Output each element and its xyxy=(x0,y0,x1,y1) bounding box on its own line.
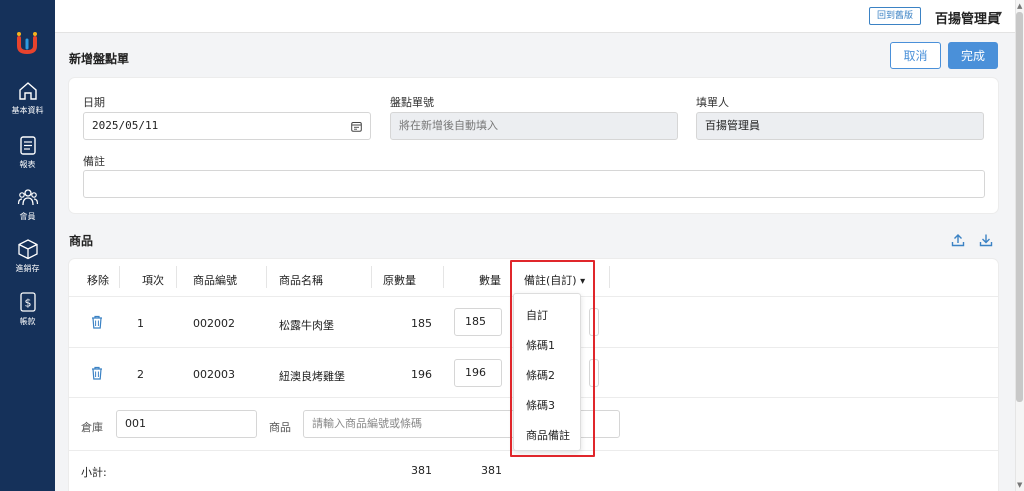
subtotal-original-qty: 381 xyxy=(411,464,432,477)
members-icon xyxy=(17,189,38,206)
sidebar-item-inventory[interactable]: 進銷存 xyxy=(0,238,55,274)
note-column-label: 備註(自訂) xyxy=(524,274,577,287)
subtotal-qty: 381 xyxy=(481,464,502,477)
column-header-index: 項次 xyxy=(142,274,164,287)
note-column-dropdown: 自訂 條碼1 條碼2 條碼3 商品備註 xyxy=(513,293,581,451)
document-icon xyxy=(19,136,36,155)
back-to-old-version-button[interactable]: 回到舊版 xyxy=(869,7,921,25)
warehouse-input[interactable]: 001 xyxy=(116,410,257,438)
download-icon[interactable] xyxy=(979,233,993,247)
upload-icon[interactable] xyxy=(951,233,965,247)
home-icon xyxy=(18,82,37,100)
row-qty-input[interactable]: 185 xyxy=(454,308,502,336)
product-label: 商品 xyxy=(269,421,291,434)
date-label: 日期 xyxy=(83,96,105,109)
column-header-original-qty: 原數量 xyxy=(383,274,416,287)
sidebar: 基本資料 報表 會員 進銷存 $ 帳款 xyxy=(0,0,55,491)
app-logo xyxy=(17,32,37,54)
done-button[interactable]: 完成 xyxy=(948,42,998,69)
dropdown-option-barcode-3[interactable]: 條碼3 xyxy=(526,397,555,413)
box-icon xyxy=(17,239,38,260)
note-field[interactable] xyxy=(83,170,985,198)
row-index: 1 xyxy=(137,317,144,330)
inventory-number-label: 盤點單號 xyxy=(390,96,434,109)
page-title: 新增盤點單 xyxy=(69,52,130,66)
warehouse-label: 倉庫 xyxy=(81,421,103,434)
dropdown-option-custom[interactable]: 自訂 xyxy=(526,307,548,323)
dollar-icon: $ xyxy=(19,292,36,312)
note-label: 備註 xyxy=(83,155,105,168)
dropdown-option-product-note[interactable]: 商品備註 xyxy=(526,427,570,443)
sidebar-item-reports[interactable]: 報表 xyxy=(0,134,55,170)
top-bar: 回到舊版 百揚管理員 ▾ xyxy=(55,0,1015,33)
sidebar-item-members[interactable]: 會員 xyxy=(0,186,55,222)
scroll-up-arrow-icon[interactable]: ▲ xyxy=(1017,2,1022,10)
sidebar-item-label: 報表 xyxy=(19,160,36,169)
cancel-button[interactable]: 取消 xyxy=(890,42,941,69)
filler-field: 百揚管理員 xyxy=(696,112,984,140)
sidebar-item-label: 帳款 xyxy=(19,317,36,326)
svg-text:$: $ xyxy=(24,297,31,310)
row-product-code: 002002 xyxy=(193,317,235,330)
calendar-icon[interactable] xyxy=(351,121,362,132)
column-header-code: 商品編號 xyxy=(193,274,237,287)
form-card: 日期 2025/05/11 盤點單號 將在新增後自動填入 填單人 百揚管理員 備… xyxy=(69,78,998,213)
row-product-code: 002003 xyxy=(193,368,235,381)
column-header-name: 商品名稱 xyxy=(279,274,323,287)
date-field[interactable]: 2025/05/11 xyxy=(83,112,371,140)
row-note-input[interactable] xyxy=(589,359,599,387)
sidebar-item-accounts[interactable]: $ 帳款 xyxy=(0,291,55,327)
row-product-name: 紐澳良烤雞堡 xyxy=(279,370,345,383)
dropdown-option-barcode-2[interactable]: 條碼2 xyxy=(526,367,555,383)
row-qty-input[interactable]: 196 xyxy=(454,359,502,387)
sidebar-item-label: 進銷存 xyxy=(15,264,40,273)
row-original-qty: 185 xyxy=(411,317,432,330)
column-header-remove: 移除 xyxy=(87,274,109,287)
products-section-title: 商品 xyxy=(69,234,94,248)
caret-down-icon[interactable]: ▾ xyxy=(997,9,1002,20)
scrollbar-thumb[interactable] xyxy=(1016,12,1023,402)
sidebar-item-label: 基本資料 xyxy=(11,106,44,115)
sidebar-item-basic-data[interactable]: 基本資料 xyxy=(0,80,55,116)
row-original-qty: 196 xyxy=(411,368,432,381)
trash-icon[interactable] xyxy=(91,366,103,380)
row-note-input[interactable] xyxy=(589,308,599,336)
caret-down-icon[interactable]: ▾ xyxy=(580,276,585,287)
row-index: 2 xyxy=(137,368,144,381)
column-header-qty: 數量 xyxy=(479,274,501,287)
column-header-note-custom[interactable]: 備註(自訂) ▾ xyxy=(524,272,585,288)
sidebar-item-label: 會員 xyxy=(19,212,36,221)
user-menu[interactable]: 百揚管理員 xyxy=(935,8,1000,27)
filler-label: 填單人 xyxy=(696,96,729,109)
inventory-number-field: 將在新增後自動填入 xyxy=(390,112,678,140)
subtotal-label: 小計: xyxy=(81,466,107,479)
trash-icon[interactable] xyxy=(91,315,103,329)
scroll-down-arrow-icon[interactable]: ▼ xyxy=(1017,481,1022,489)
row-product-name: 松露牛肉堡 xyxy=(279,319,334,332)
date-value: 2025/05/11 xyxy=(92,119,159,132)
dropdown-option-barcode-1[interactable]: 條碼1 xyxy=(526,337,555,353)
